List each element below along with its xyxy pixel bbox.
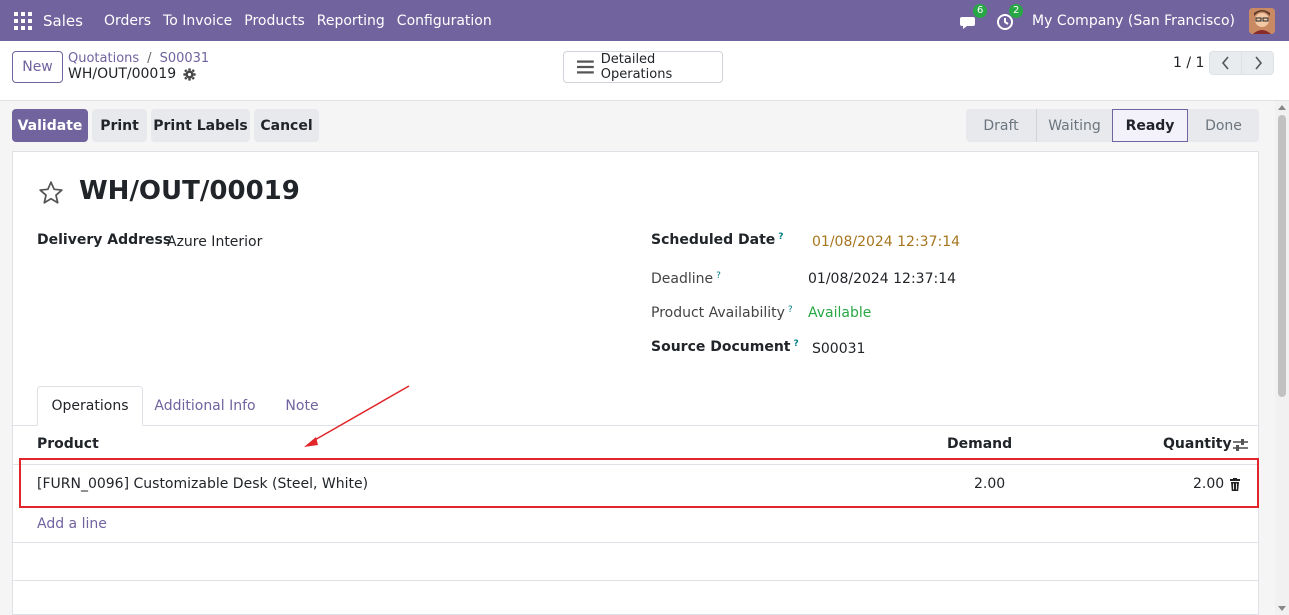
row-demand-cell[interactable]: 2.00 (974, 476, 1005, 492)
add-line-link[interactable]: Add a line (37, 516, 107, 532)
activity-count-badge: 2 (1009, 3, 1024, 18)
list-icon (577, 60, 594, 74)
detailed-operations-label: Detailed Operations (600, 52, 673, 82)
row-product-cell[interactable]: [FURN_0096] Customizable Desk (Steel, Wh… (37, 476, 368, 492)
company-switcher[interactable]: My Company (San Francisco) (1032, 13, 1235, 29)
gear-icon[interactable] (183, 67, 196, 81)
record-title: WH/OUT/00019 (79, 176, 300, 206)
form-sheet: WH/OUT/00019 Delivery Address Azure Inte… (12, 151, 1259, 615)
menu-orders[interactable]: Orders (104, 13, 151, 29)
menu-to-invoice[interactable]: To Invoice (163, 13, 232, 29)
chat-icon[interactable]: 6 (960, 3, 988, 32)
record-name: WH/OUT/00019 (68, 66, 196, 82)
delivery-address-field[interactable]: Azure Interior (167, 234, 262, 250)
table-bottom-divider (13, 580, 1258, 581)
app-name[interactable]: Sales (43, 12, 83, 30)
breadcrumb: Quotations / S00031 (68, 51, 209, 66)
tab-note[interactable]: Note (267, 386, 337, 426)
availability-label: Product Availability? (651, 305, 793, 321)
column-header-demand[interactable]: Demand (947, 436, 1012, 452)
chevron-left-icon (1221, 56, 1229, 70)
stage-ready[interactable]: Ready (1112, 109, 1188, 142)
scrollbar-thumb[interactable] (1278, 115, 1286, 397)
menu-configuration[interactable]: Configuration (397, 13, 492, 29)
breadcrumb-quotations[interactable]: Quotations (68, 51, 139, 66)
chevron-right-icon (1254, 56, 1262, 70)
source-document-label: Source Document? (651, 339, 799, 355)
record-name-text: WH/OUT/00019 (68, 66, 177, 82)
notebook-tabs: Operations Additional Info Note (13, 386, 1258, 426)
status-bar: Draft Waiting Ready Done (966, 109, 1259, 142)
trash-icon[interactable] (1229, 478, 1241, 491)
scheduled-date-field[interactable]: 01/08/2024 12:37:14 (812, 234, 960, 250)
column-header-quantity[interactable]: Quantity (1163, 436, 1232, 452)
scroll-up-icon[interactable] (1278, 104, 1286, 110)
tab-operations[interactable]: Operations (37, 386, 143, 426)
top-navbar: Sales Orders To Invoice Products Reporti… (0, 0, 1289, 41)
page-scrollbar[interactable] (1275, 101, 1289, 615)
breadcrumb-separator: / (147, 51, 152, 66)
table-footer-divider (13, 542, 1258, 543)
tab-additional-info[interactable]: Additional Info (145, 386, 265, 426)
breadcrumb-order[interactable]: S00031 (160, 51, 210, 66)
delivery-address-label: Delivery Address (37, 232, 172, 248)
stage-draft[interactable]: Draft (966, 109, 1036, 142)
star-icon[interactable] (38, 180, 64, 206)
deadline-label-text: Deadline (651, 271, 714, 287)
activity-clock-icon[interactable]: 2 (996, 3, 1024, 32)
stage-done[interactable]: Done (1188, 109, 1259, 142)
help-tooltip-icon[interactable]: ? (788, 305, 793, 315)
apps-menu-icon[interactable] (14, 11, 32, 30)
validate-button[interactable]: Validate (12, 109, 88, 142)
pager-value[interactable]: 1 / 1 (1173, 55, 1204, 71)
scroll-down-icon[interactable] (1278, 606, 1286, 612)
deadline-field[interactable]: 01/08/2024 12:37:14 (808, 271, 956, 287)
scheduled-date-label: Scheduled Date? (651, 232, 784, 248)
new-button[interactable]: New (12, 51, 63, 83)
deadline-label: Deadline? (651, 271, 721, 287)
pager-next-button[interactable] (1241, 51, 1274, 75)
column-header-product[interactable]: Product (37, 436, 99, 452)
optional-columns-icon[interactable] (1233, 438, 1248, 452)
scheduled-date-label-text: Scheduled Date (651, 232, 776, 248)
print-labels-button[interactable]: Print Labels (151, 109, 250, 142)
chat-count-badge: 6 (973, 3, 988, 18)
help-tooltip-icon[interactable]: ? (716, 271, 721, 281)
availability-value: Available (808, 305, 872, 321)
status-row: Validate Print Print Labels Cancel Draft… (0, 101, 1289, 151)
menu-products[interactable]: Products (244, 13, 304, 29)
cancel-button[interactable]: Cancel (254, 109, 319, 142)
stage-waiting[interactable]: Waiting (1036, 109, 1112, 142)
source-document-label-text: Source Document (651, 339, 791, 355)
pager-previous-button[interactable] (1209, 51, 1242, 75)
print-button[interactable]: Print (92, 109, 147, 142)
detailed-operations-button[interactable]: Detailed Operations (563, 51, 723, 83)
source-document-field[interactable]: S00031 (812, 341, 865, 357)
user-avatar[interactable] (1249, 7, 1275, 34)
availability-label-text: Product Availability (651, 305, 785, 321)
help-tooltip-icon[interactable]: ? (794, 339, 799, 349)
help-tooltip-icon[interactable]: ? (778, 232, 783, 242)
row-quantity-cell[interactable]: 2.00 (1193, 476, 1224, 492)
menu-reporting[interactable]: Reporting (317, 13, 385, 29)
control-panel: New Quotations / S00031 WH/OUT/00019 Detai… (0, 41, 1289, 101)
